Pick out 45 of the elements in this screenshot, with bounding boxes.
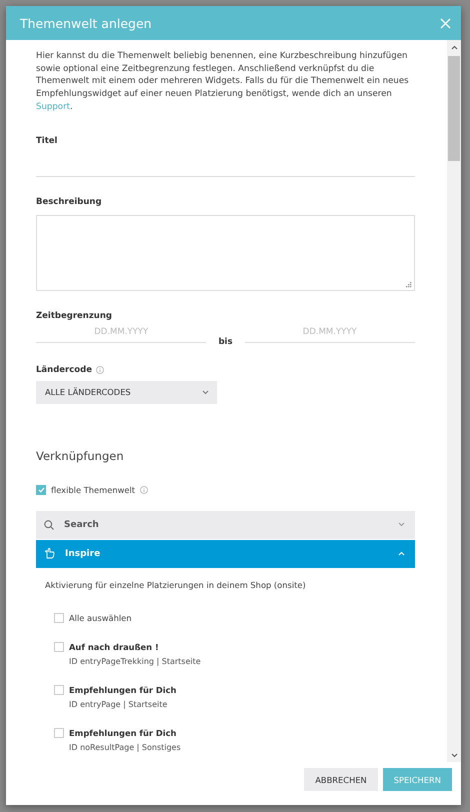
info-icon	[140, 486, 148, 494]
checkbox[interactable]	[54, 642, 64, 652]
panel-description: Aktivierung für einzelne Platzierungen in deinem Shop (onsite)	[45, 580, 307, 590]
checkbox[interactable]	[36, 484, 46, 495]
placement-name: Empfehlungen für Dich	[69, 684, 176, 695]
placement-id: ID entryPageTrekking | Startseite	[69, 656, 201, 666]
checkbox[interactable]	[54, 684, 64, 695]
title-label: Titel	[36, 136, 58, 146]
description-field[interactable]	[36, 214, 415, 291]
chevron-down-icon	[398, 522, 405, 528]
scrollbar[interactable]	[447, 40, 461, 762]
check-icon	[38, 486, 44, 493]
accordion-header[interactable]: Search	[36, 510, 415, 539]
select-all-label: Alle auswählen	[69, 612, 132, 623]
scrollbar-thumb[interactable]	[448, 56, 460, 161]
placement-id: ID noResultPage | Sonstiges	[69, 742, 181, 752]
dialog-title: Themenwelt anlegen	[20, 16, 152, 30]
country-code-dropdown[interactable]: ALLE LÄNDERCODES	[36, 380, 217, 404]
country-code-label: Ländercode	[36, 364, 92, 375]
intro-text: Hier kannst du die Themenwelt beliebig benennen, eine Kurzbeschreibung hinzufügen sowie optional eine Zeitbegrenzung festlegen. Anschließend verknüpfst du die Themenwelt mit einem oder mehreren Widgets. Falls du für die Themenwelt ein neues Empfehlungswidget auf einer neuen Platzierung benötigst, wende dich an unseren Support.	[36, 50, 410, 114]
checkbox[interactable]	[54, 728, 64, 738]
chevron-down-icon	[202, 390, 209, 395]
chevron-down-icon	[450, 752, 458, 758]
close-icon[interactable]	[440, 18, 451, 28]
support-link[interactable]: Support	[36, 102, 70, 112]
save-button[interactable]: SPEICHERN	[382, 768, 452, 791]
info-icon	[96, 366, 104, 374]
accordion-header[interactable]: Inspire	[36, 540, 415, 568]
time-limit-label: Zeitbegrenzung	[36, 310, 112, 321]
checkbox-label: flexible Themenwelt	[51, 484, 136, 495]
pointing-hand-icon	[44, 548, 55, 560]
end-date-field[interactable]: DD.MM.YYYY	[244, 326, 415, 343]
placement-name: Auf nach draußen !	[69, 642, 160, 652]
chevron-up-icon	[398, 551, 405, 556]
range-separator: bis	[218, 336, 233, 347]
start-date-field[interactable]: DD.MM.YYYY	[36, 326, 206, 343]
cancel-button[interactable]: ABBRECHEN	[304, 768, 378, 791]
description-label: Beschreibung	[36, 196, 102, 207]
resize-handle-icon[interactable]	[406, 282, 412, 288]
placement-id: ID entryPage | Startseite	[69, 700, 168, 709]
checkbox[interactable]	[54, 612, 64, 623]
placement-name: Empfehlungen für Dich	[69, 728, 178, 738]
chevron-up-icon	[450, 44, 458, 50]
section-heading: Verknüpfungen	[36, 448, 125, 463]
search-icon	[44, 520, 54, 530]
